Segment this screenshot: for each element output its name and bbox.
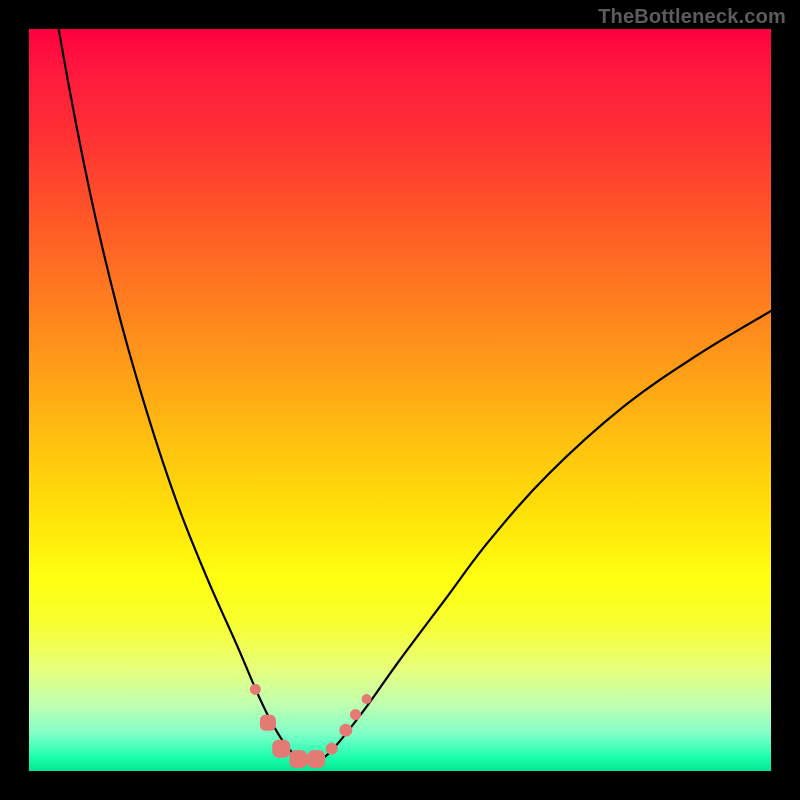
marker-8: [350, 709, 361, 720]
marker-5: [307, 750, 325, 768]
marker-6: [326, 743, 338, 755]
marker-2: [260, 715, 276, 731]
markers-group: [250, 684, 372, 768]
chart-container: TheBottleneck.com: [0, 0, 800, 800]
marker-3: [272, 740, 290, 758]
marker-1: [250, 684, 261, 695]
main-curve: [29, 29, 771, 761]
chart-svg: [29, 29, 771, 771]
watermark-text: TheBottleneck.com: [598, 6, 786, 29]
marker-7: [339, 724, 352, 737]
marker-4: [289, 750, 307, 768]
plot-area: [29, 29, 771, 771]
marker-9: [362, 694, 372, 704]
